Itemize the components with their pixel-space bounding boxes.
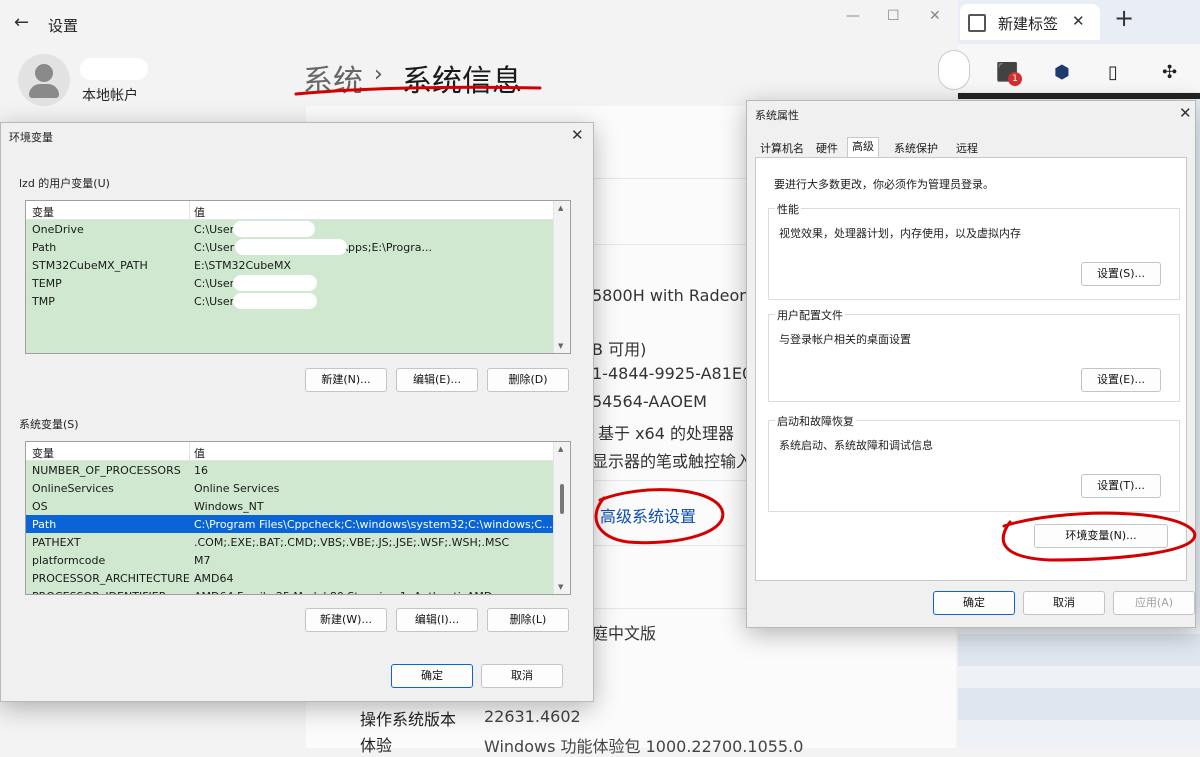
annotation-layer — [294, 85, 1197, 562]
advanced-link-circle-annotation — [594, 488, 725, 545]
title-underline-annotation — [294, 85, 542, 96]
env-button-circle-annotation — [1001, 511, 1197, 562]
